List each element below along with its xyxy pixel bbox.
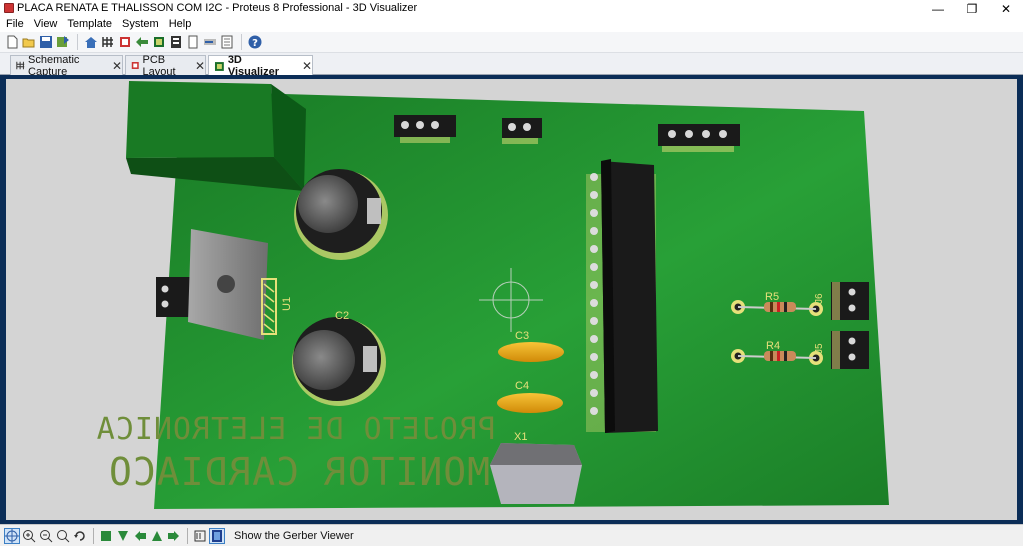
crystal-x1 — [490, 443, 582, 504]
label-r5: R5 — [765, 291, 779, 303]
status-separator — [187, 527, 188, 544]
gerber-icon[interactable] — [151, 34, 167, 50]
zoom-in-icon[interactable] — [21, 528, 37, 544]
label-j5: J5 — [814, 343, 825, 354]
document-icon[interactable] — [219, 34, 235, 50]
simulation-icon[interactable] — [134, 34, 150, 50]
rotate-icon[interactable] — [72, 528, 88, 544]
label-c4: C4 — [515, 380, 529, 392]
main-toolbar: ? — [0, 32, 1023, 53]
connector-j5 — [831, 331, 869, 369]
pcb-tab-icon — [131, 62, 139, 69]
window-title: PLACA RENATA E THALISSON COM I2C - Prote… — [17, 2, 418, 14]
save-icon[interactable] — [38, 34, 54, 50]
status-bar: Show the Gerber Viewer — [0, 524, 1023, 546]
toolbar-separator — [77, 34, 78, 50]
menu-template[interactable]: Template — [62, 17, 117, 32]
menu-view[interactable]: View — [29, 17, 63, 32]
silkscreen-text-line2: MONITOR CARDIACO — [108, 450, 490, 494]
window-controls: — ❐ ✕ — [921, 0, 1023, 17]
green-block-top — [126, 81, 274, 158]
silkscreen-text-line1: PROJETO DE ELETRONICA — [96, 412, 496, 447]
menu-help[interactable]: Help — [164, 17, 197, 32]
top-view-icon[interactable] — [98, 528, 114, 544]
svg-text:?: ? — [252, 38, 258, 49]
import-icon[interactable] — [55, 34, 71, 50]
label-c2: C2 — [335, 310, 349, 322]
home-icon[interactable] — [83, 34, 99, 50]
schematic-tab-icon — [16, 61, 25, 70]
gerber-viewer-icon[interactable] — [209, 527, 225, 544]
close-tab-icon[interactable]: ✕ — [302, 59, 312, 73]
maximize-button[interactable]: ❐ — [955, 0, 989, 17]
pin-header-4 — [658, 124, 740, 152]
3d-tab-icon — [214, 61, 224, 71]
status-separator — [93, 527, 94, 544]
label-x1: X1 — [514, 431, 527, 443]
navigate-icon[interactable] — [4, 527, 20, 544]
help-icon[interactable]: ? — [247, 34, 263, 50]
dimensions-icon[interactable] — [192, 528, 208, 544]
3d-viewport[interactable]: C2 U1 C3 C4 R5 R4 J6 J5 X1 PROJETO DE EL… — [0, 75, 1023, 524]
pcb-3d-scene[interactable]: C2 U1 C3 C4 R5 R4 J6 J5 X1 PROJETO DE EL… — [6, 79, 1017, 520]
label-c3: C3 — [515, 330, 529, 342]
toolbar-separator — [241, 34, 242, 50]
connector-j6 — [831, 282, 869, 320]
notes-icon[interactable] — [185, 34, 201, 50]
minimize-button[interactable]: — — [921, 0, 955, 17]
bom-icon[interactable] — [168, 34, 184, 50]
open-folder-icon[interactable] — [21, 34, 37, 50]
back-view-icon[interactable] — [149, 528, 165, 544]
design-explorer-icon[interactable] — [202, 34, 218, 50]
label-u1: U1 — [281, 297, 293, 311]
pin-header-3 — [394, 115, 456, 143]
title-bar: PLACA RENATA E THALISSON COM I2C - Prote… — [0, 0, 1023, 17]
tab-label: PCB Layout — [142, 53, 176, 78]
tab-schematic-capture[interactable]: Schematic Capture ✕ — [10, 53, 123, 78]
close-button[interactable]: ✕ — [989, 0, 1023, 17]
label-j6: J6 — [814, 293, 825, 304]
close-tab-icon[interactable]: ✕ — [112, 59, 122, 73]
pcb-icon[interactable] — [117, 34, 133, 50]
new-file-icon[interactable] — [4, 34, 20, 50]
left-view-icon[interactable] — [132, 528, 148, 544]
capacitor-c3 — [498, 342, 564, 362]
pin-header-2 — [502, 118, 542, 144]
menu-bar: File View Template System Help — [0, 17, 1023, 32]
zoom-out-icon[interactable] — [38, 528, 54, 544]
document-tab-bar: Schematic Capture ✕ PCB Layout ✕ 3D Visu… — [0, 53, 1023, 78]
tab-pcb-layout[interactable]: PCB Layout ✕ — [125, 53, 206, 78]
label-r4: R4 — [766, 340, 780, 352]
status-message: Show the Gerber Viewer — [234, 529, 354, 542]
menu-file[interactable]: File — [0, 17, 29, 32]
menu-system[interactable]: System — [117, 17, 164, 32]
capacitor-c4 — [497, 393, 563, 413]
tab-label: Schematic Capture — [28, 53, 80, 78]
tab-3d-visualizer[interactable]: 3D Visualizer ✕ — [208, 54, 313, 78]
close-tab-icon[interactable]: ✕ — [195, 59, 205, 73]
schematic-icon[interactable] — [100, 34, 116, 50]
3d-canvas[interactable]: C2 U1 C3 C4 R5 R4 J6 J5 X1 PROJETO DE EL… — [6, 79, 1017, 520]
front-view-icon[interactable] — [115, 528, 131, 544]
zoom-extents-icon[interactable] — [55, 528, 71, 544]
right-view-icon[interactable] — [166, 528, 182, 544]
proteus-app-icon — [4, 3, 14, 13]
